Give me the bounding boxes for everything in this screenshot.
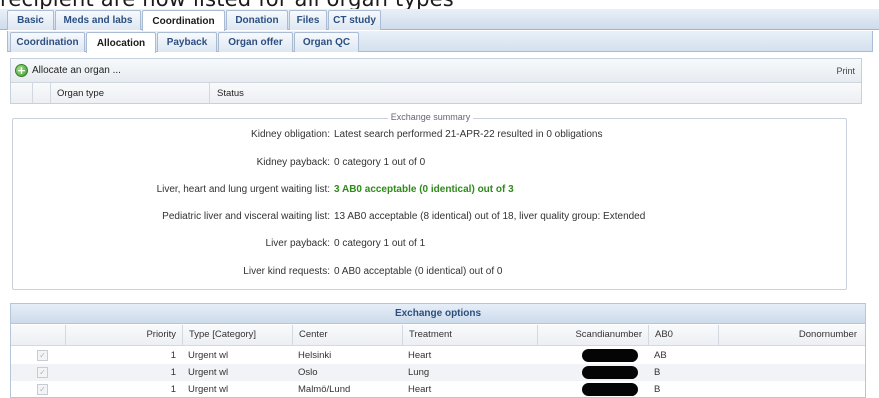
summary-value: 13 AB0 acceptable (8 identical) out of 1…: [334, 211, 646, 222]
add-icon[interactable]: +: [15, 64, 28, 77]
cell-priority: 1: [170, 367, 176, 378]
exchange-summary-legend: Exchange summary: [387, 112, 474, 122]
column-divider: [209, 83, 210, 103]
subtab-allocation[interactable]: Allocation: [86, 32, 156, 53]
tab-donation[interactable]: Donation: [226, 10, 288, 30]
cell-center: Malmö/Lund: [298, 384, 351, 395]
redacted-scandianumber: [582, 383, 638, 396]
allocation-table-header: Organ type Status: [11, 83, 861, 103]
cell-center: Oslo: [298, 367, 318, 378]
cell-priority: 1: [170, 350, 176, 361]
summary-value: Latest search performed 21-APR-22 result…: [334, 129, 603, 140]
exchange-options-header: Priority Type [Category] Center Treatmen…: [11, 325, 865, 346]
summary-value: 0 category 1 out of 0: [334, 157, 426, 168]
tab-meds-and-labs[interactable]: Meds and labs: [55, 10, 141, 30]
subtab-organ-qc[interactable]: Organ QC: [294, 32, 359, 52]
print-button[interactable]: Print: [836, 66, 855, 76]
cell-treatment: Heart: [408, 384, 432, 395]
redacted-scandianumber: [582, 349, 638, 362]
column-center[interactable]: Center: [292, 325, 402, 346]
allocation-panel: + Allocate an organ ... Print Organ type…: [10, 58, 862, 104]
summary-label: Kidney payback:: [256, 157, 330, 168]
column-organ-type[interactable]: Organ type: [57, 88, 104, 99]
allocation-toolbar: + Allocate an organ ... Print: [11, 59, 861, 83]
cell-center: Helsinki: [298, 350, 332, 361]
summary-label: Pediatric liver and visceral waiting lis…: [162, 211, 330, 222]
column-status[interactable]: Status: [217, 88, 244, 99]
subtab-coordination[interactable]: Coordination: [10, 32, 85, 52]
sub-tab-bar: Coordination Allocation Payback Organ of…: [7, 31, 873, 53]
column-donornumber[interactable]: Donornumber: [718, 325, 865, 346]
row-checkbox[interactable]: ✓: [37, 384, 48, 395]
row-checkbox[interactable]: ✓: [37, 367, 48, 378]
exchange-options-title: Exchange options: [11, 304, 865, 324]
cell-type: Urgent wl: [188, 367, 229, 378]
column-priority[interactable]: Priority: [65, 325, 182, 346]
main-tab-bar: Basic Meds and labs Coordination Donatio…: [0, 9, 879, 31]
column-divider: [32, 83, 33, 103]
allocate-organ-button[interactable]: Allocate an organ ...: [32, 65, 121, 76]
subtab-payback[interactable]: Payback: [157, 32, 217, 52]
row-checkbox[interactable]: ✓: [37, 350, 48, 361]
table-row[interactable]: ✓ 1 Urgent wl Malmö/Lund Heart B: [11, 381, 865, 398]
tab-coordination[interactable]: Coordination: [142, 10, 225, 31]
summary-label: Liver payback:: [265, 238, 330, 249]
summary-label: Liver, heart and lung urgent waiting lis…: [156, 184, 330, 195]
cell-ab0: B: [654, 384, 661, 395]
cell-treatment: Heart: [408, 350, 432, 361]
cell-type: Urgent wl: [188, 384, 229, 395]
column-treatment[interactable]: Treatment: [402, 325, 537, 346]
cell-type: Urgent wl: [188, 350, 229, 361]
cell-priority: 1: [170, 384, 176, 395]
table-row[interactable]: ✓ 1 Urgent wl Oslo Lung B: [11, 364, 865, 381]
tab-ct-study[interactable]: CT study: [328, 10, 381, 30]
column-divider: [50, 83, 51, 103]
tab-files[interactable]: Files: [289, 10, 327, 30]
summary-value: 0 AB0 acceptable (0 identical) out of 0: [334, 266, 503, 277]
cell-treatment: Lung: [408, 367, 430, 378]
column-scandianumber[interactable]: Scandianumber: [537, 325, 648, 346]
column-type-category[interactable]: Type [Category]: [182, 325, 292, 346]
cell-ab0: B: [654, 367, 661, 378]
subtab-organ-offer[interactable]: Organ offer: [218, 32, 293, 52]
summary-label: Liver kind requests:: [243, 266, 330, 277]
summary-label: Kidney obligation:: [251, 129, 330, 140]
redacted-scandianumber: [582, 366, 638, 379]
column-ab0[interactable]: AB0: [648, 325, 718, 346]
tab-basic[interactable]: Basic: [7, 10, 54, 30]
cell-ab0: AB: [654, 350, 667, 361]
exchange-summary: Exchange summary Kidney obligation: Late…: [12, 112, 847, 290]
table-row[interactable]: ✓ 1 Urgent wl Helsinki Heart AB: [11, 347, 865, 364]
summary-value-highlight: 3 AB0 acceptable (0 identical) out of 3: [334, 184, 514, 195]
exchange-options-panel: Exchange options Priority Type [Category…: [10, 303, 866, 398]
summary-value: 0 category 1 out of 1: [334, 238, 426, 249]
